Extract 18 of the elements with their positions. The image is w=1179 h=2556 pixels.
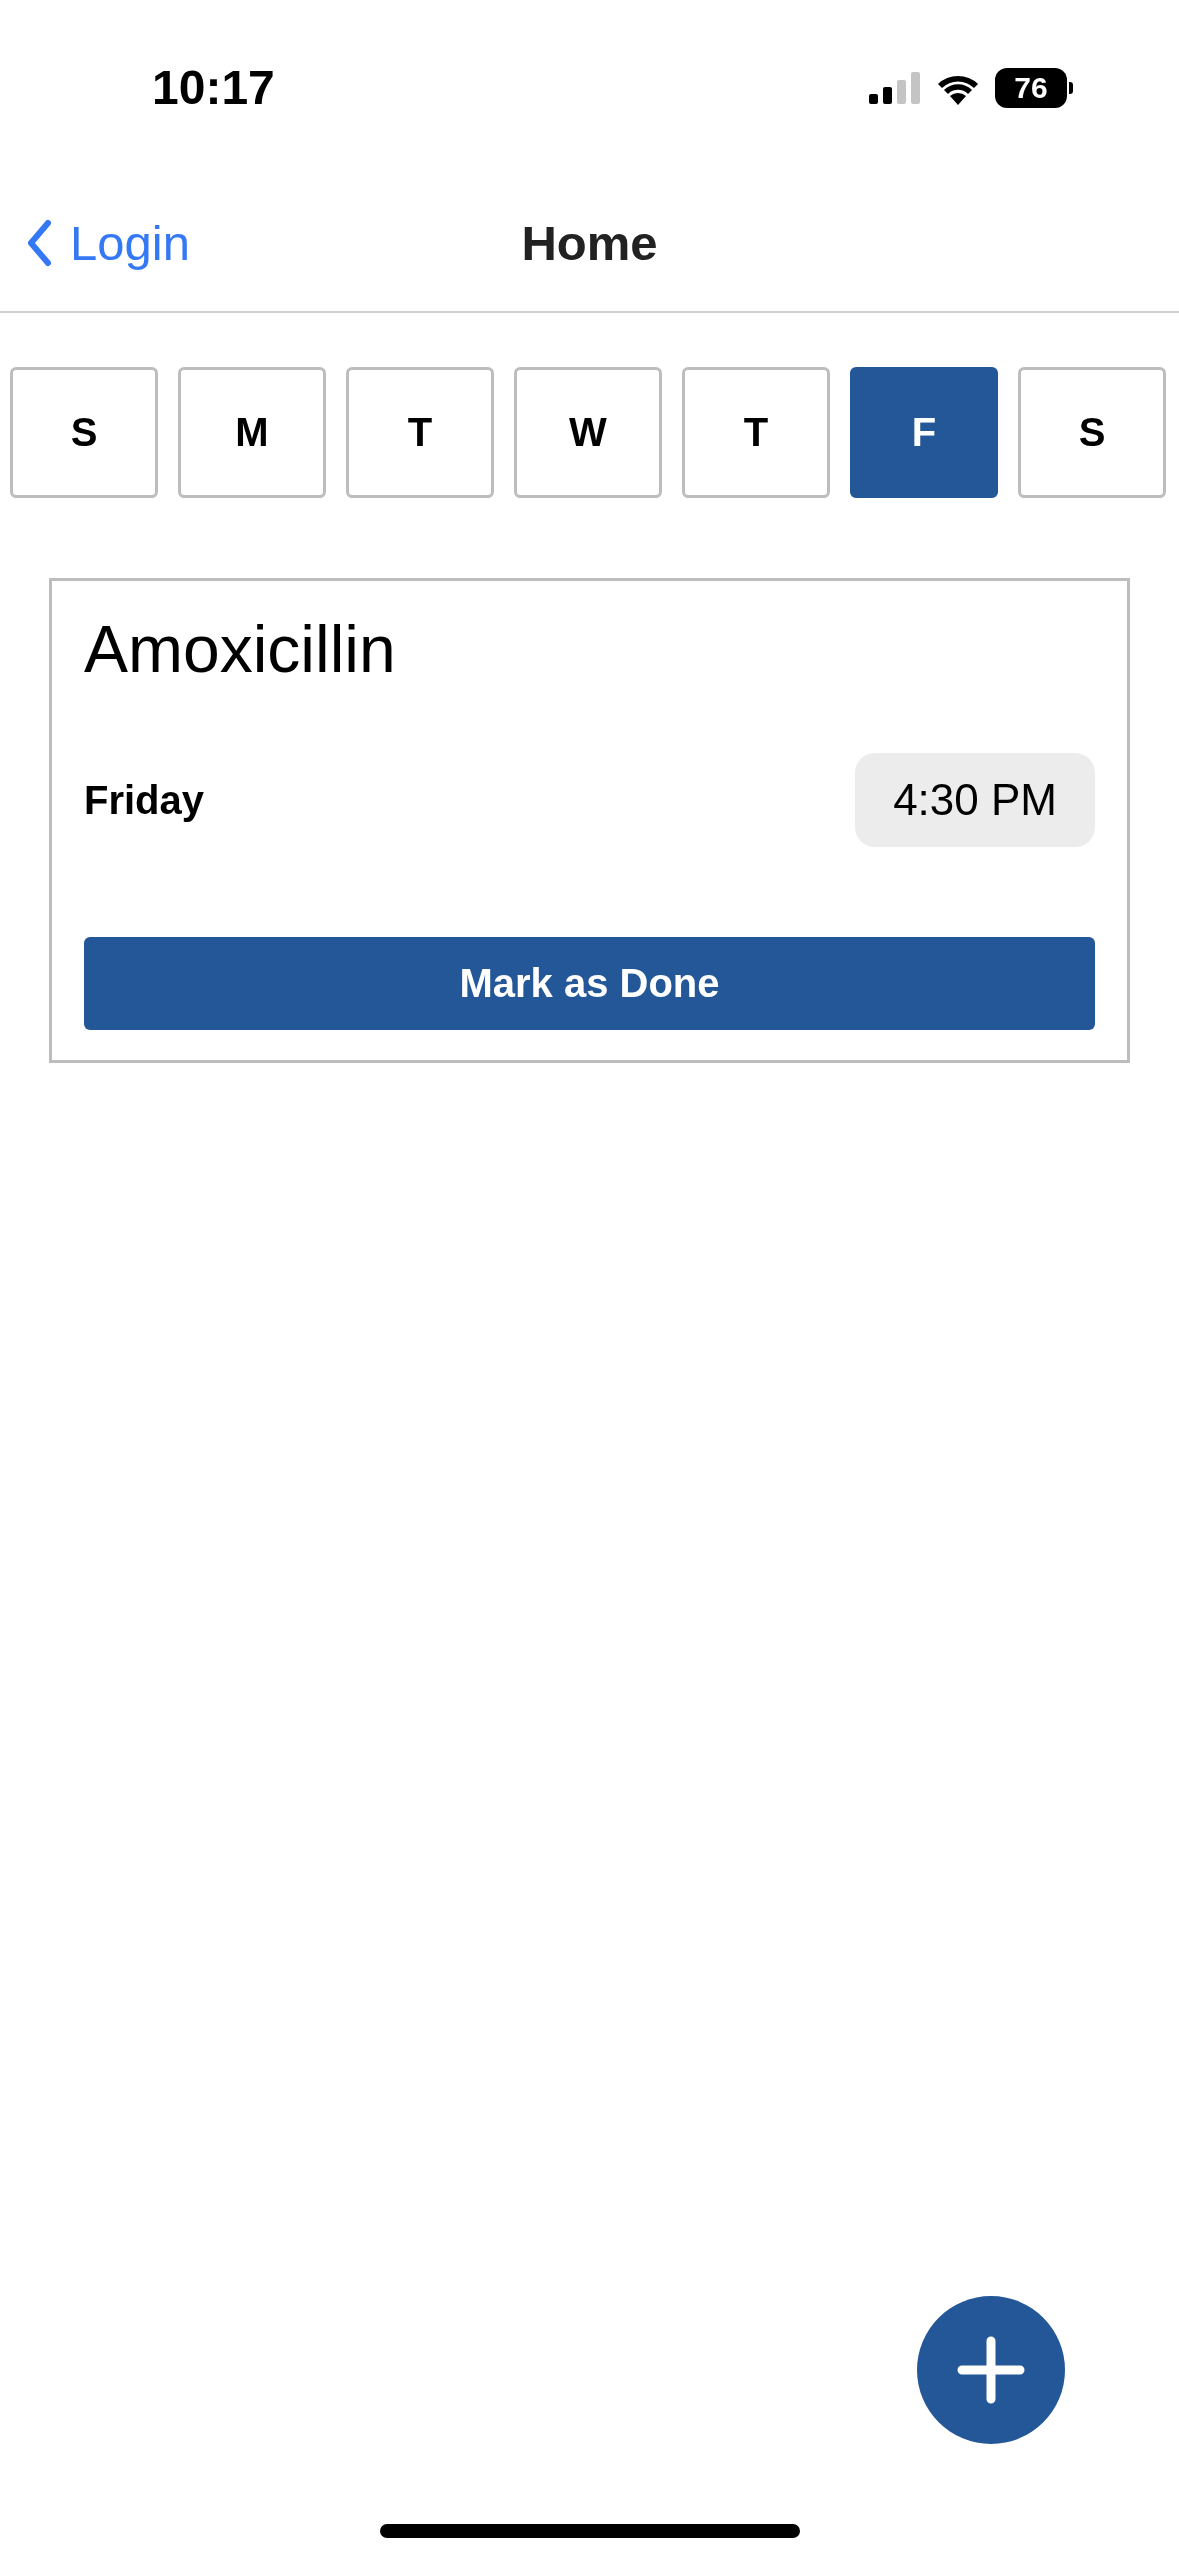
dose-time: 4:30 PM [855,753,1095,847]
day-tab[interactable]: S [1018,367,1166,498]
chevron-left-icon [26,219,52,267]
dose-day: Friday [84,777,205,823]
plus-icon [956,2335,1026,2405]
screen-title: Home [521,215,658,271]
back-button[interactable]: Login [0,215,190,271]
status-time: 10:17 [152,60,275,115]
battery-indicator: 76 [995,67,1067,108]
day-tab[interactable]: W [514,367,662,498]
day-tab[interactable]: M [178,367,326,498]
signal-icon [869,71,921,104]
day-tab[interactable]: T [346,367,494,498]
day-tab[interactable]: F [850,367,998,498]
day-tab[interactable]: S [10,367,158,498]
day-tab[interactable]: T [682,367,830,498]
mark-done-button[interactable]: Mark as Done [84,937,1095,1030]
medication-name: Amoxicillin [84,611,397,687]
